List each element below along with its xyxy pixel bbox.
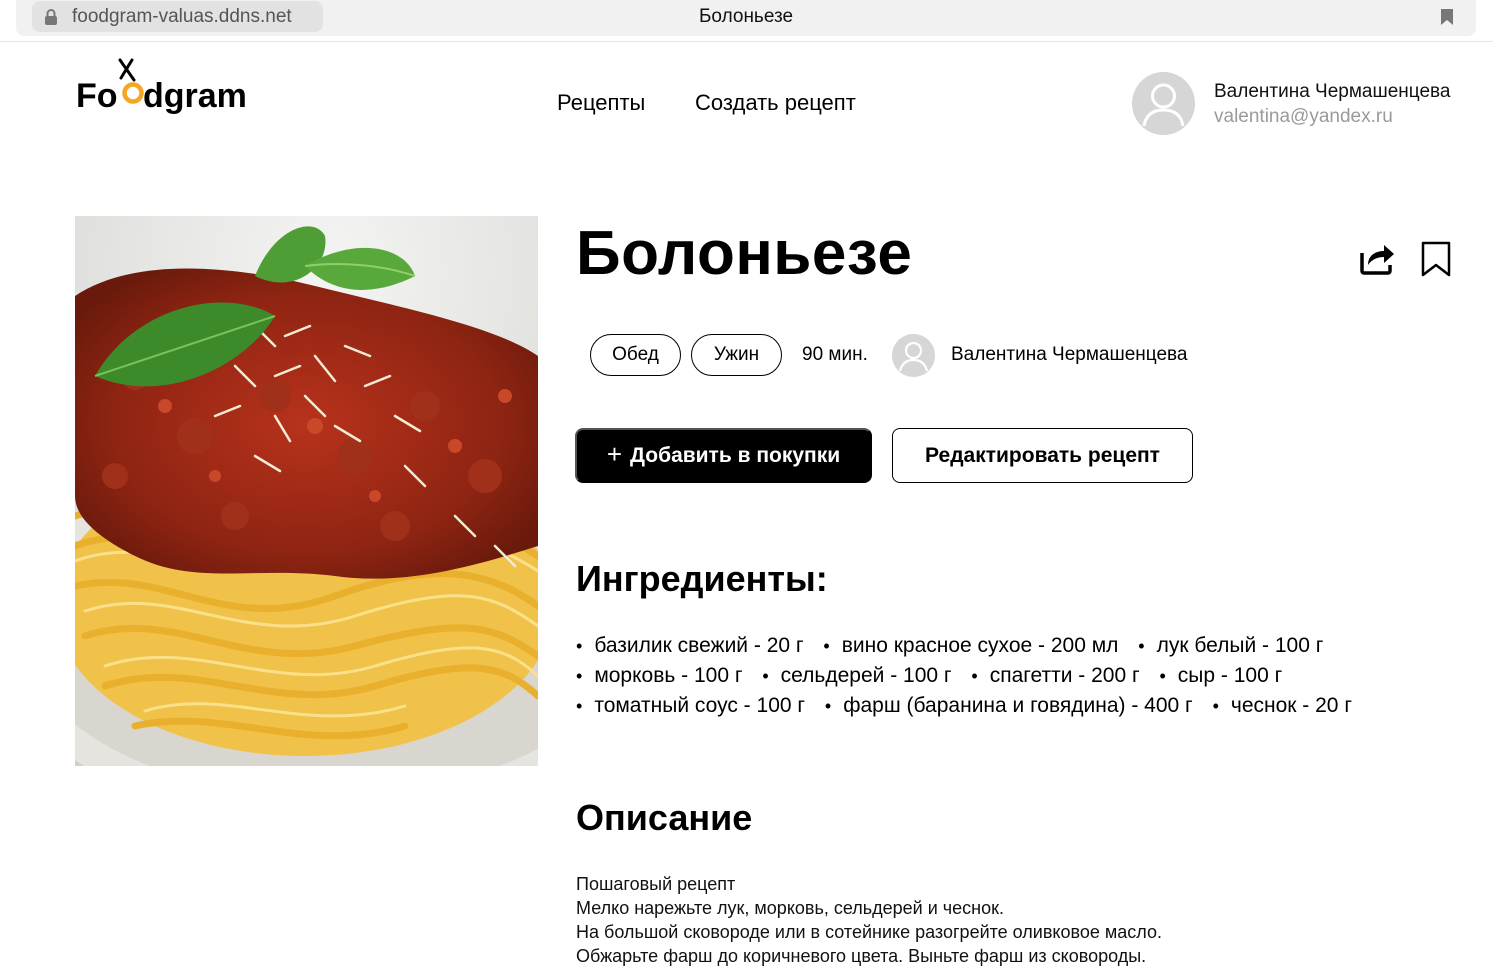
browser-toolbar: foodgram-valuas.ddns.net Болоньезе [16, 0, 1476, 36]
browser-bookmark-icon[interactable] [1440, 8, 1454, 31]
user-avatar[interactable] [1132, 72, 1195, 135]
description-line: На большой сковороде или в сотейнике раз… [576, 922, 1162, 942]
user-email: valentina@yandex.ru [1214, 106, 1393, 127]
ingredient-item: томатный соус - 100 г [594, 694, 806, 717]
ingredient-item: вино красное сухое - 200 мл [841, 634, 1119, 657]
author-name[interactable]: Валентина Чермашенцева [951, 344, 1187, 366]
tab-title: Болоньезе [698, 6, 794, 27]
add-to-shopping-label: Добавить в покупки [630, 443, 841, 467]
plus-icon: + [606, 438, 623, 469]
ingredient-item: фарш (баранина и говядина) - 400 г [843, 694, 1193, 717]
description-heading: Описание [576, 797, 753, 838]
ingredients-line: • томатный соус - 100 г • фарш (баранина и… [576, 694, 1352, 717]
author-avatar[interactable] [892, 334, 935, 377]
svg-text:dgram: dgram [143, 77, 247, 115]
tag-dinner[interactable]: Ужин [691, 334, 782, 376]
recipe-title: Болоньезе [576, 219, 913, 288]
description-line: Пошаговый рецепт [576, 874, 736, 894]
ingredient-item: сыр - 100 г [1177, 664, 1283, 687]
user-name: Валентина Чермашенцева [1214, 81, 1451, 102]
divider [0, 41, 1493, 42]
ingredients-line: • базилик свежий - 20 г • вино красное сух… [576, 634, 1324, 657]
recipe-image [75, 216, 538, 766]
tag-lunch[interactable]: Обед [590, 334, 681, 376]
ingredients-line: • морковь - 100 г • сельдерей - 100 г • спа… [576, 664, 1283, 687]
share-icon[interactable] [1358, 239, 1396, 277]
description-line: Обжарьте фарш до коричневого цвета. Вынь… [576, 946, 1147, 966]
ingredient-item: чеснок - 20 г [1230, 694, 1352, 717]
svg-text:Fo: Fo [76, 77, 118, 115]
cooking-time: 90 мин. [802, 344, 868, 365]
nav-recipes[interactable]: Рецепты [557, 90, 645, 116]
description-line: Мелко нарежьте лук, морковь, сельдерей и… [576, 898, 1005, 918]
ingredient-item: морковь - 100 г [594, 664, 743, 687]
nav-create-recipe[interactable]: Создать рецепт [695, 90, 856, 116]
ingredient-item: спагетти - 200 г [989, 664, 1140, 687]
bookmark-icon[interactable] [1420, 240, 1452, 278]
ingredient-item: базилик свежий - 20 г [594, 634, 804, 657]
ingredients-heading: Ингредиенты: [576, 558, 828, 599]
edit-recipe-button[interactable]: Редактировать рецепт [892, 428, 1193, 483]
ingredient-item: лук белый - 100 г [1156, 634, 1324, 657]
foodgram-logo[interactable]: Fo dgram [76, 58, 271, 118]
description-text: Пошаговый рецепт Мелко нарежьте лук, мор… [576, 872, 1162, 968]
add-to-shopping-button[interactable]: + Добавить в покупки [575, 428, 872, 483]
ingredient-item: сельдерей - 100 г [780, 664, 952, 687]
